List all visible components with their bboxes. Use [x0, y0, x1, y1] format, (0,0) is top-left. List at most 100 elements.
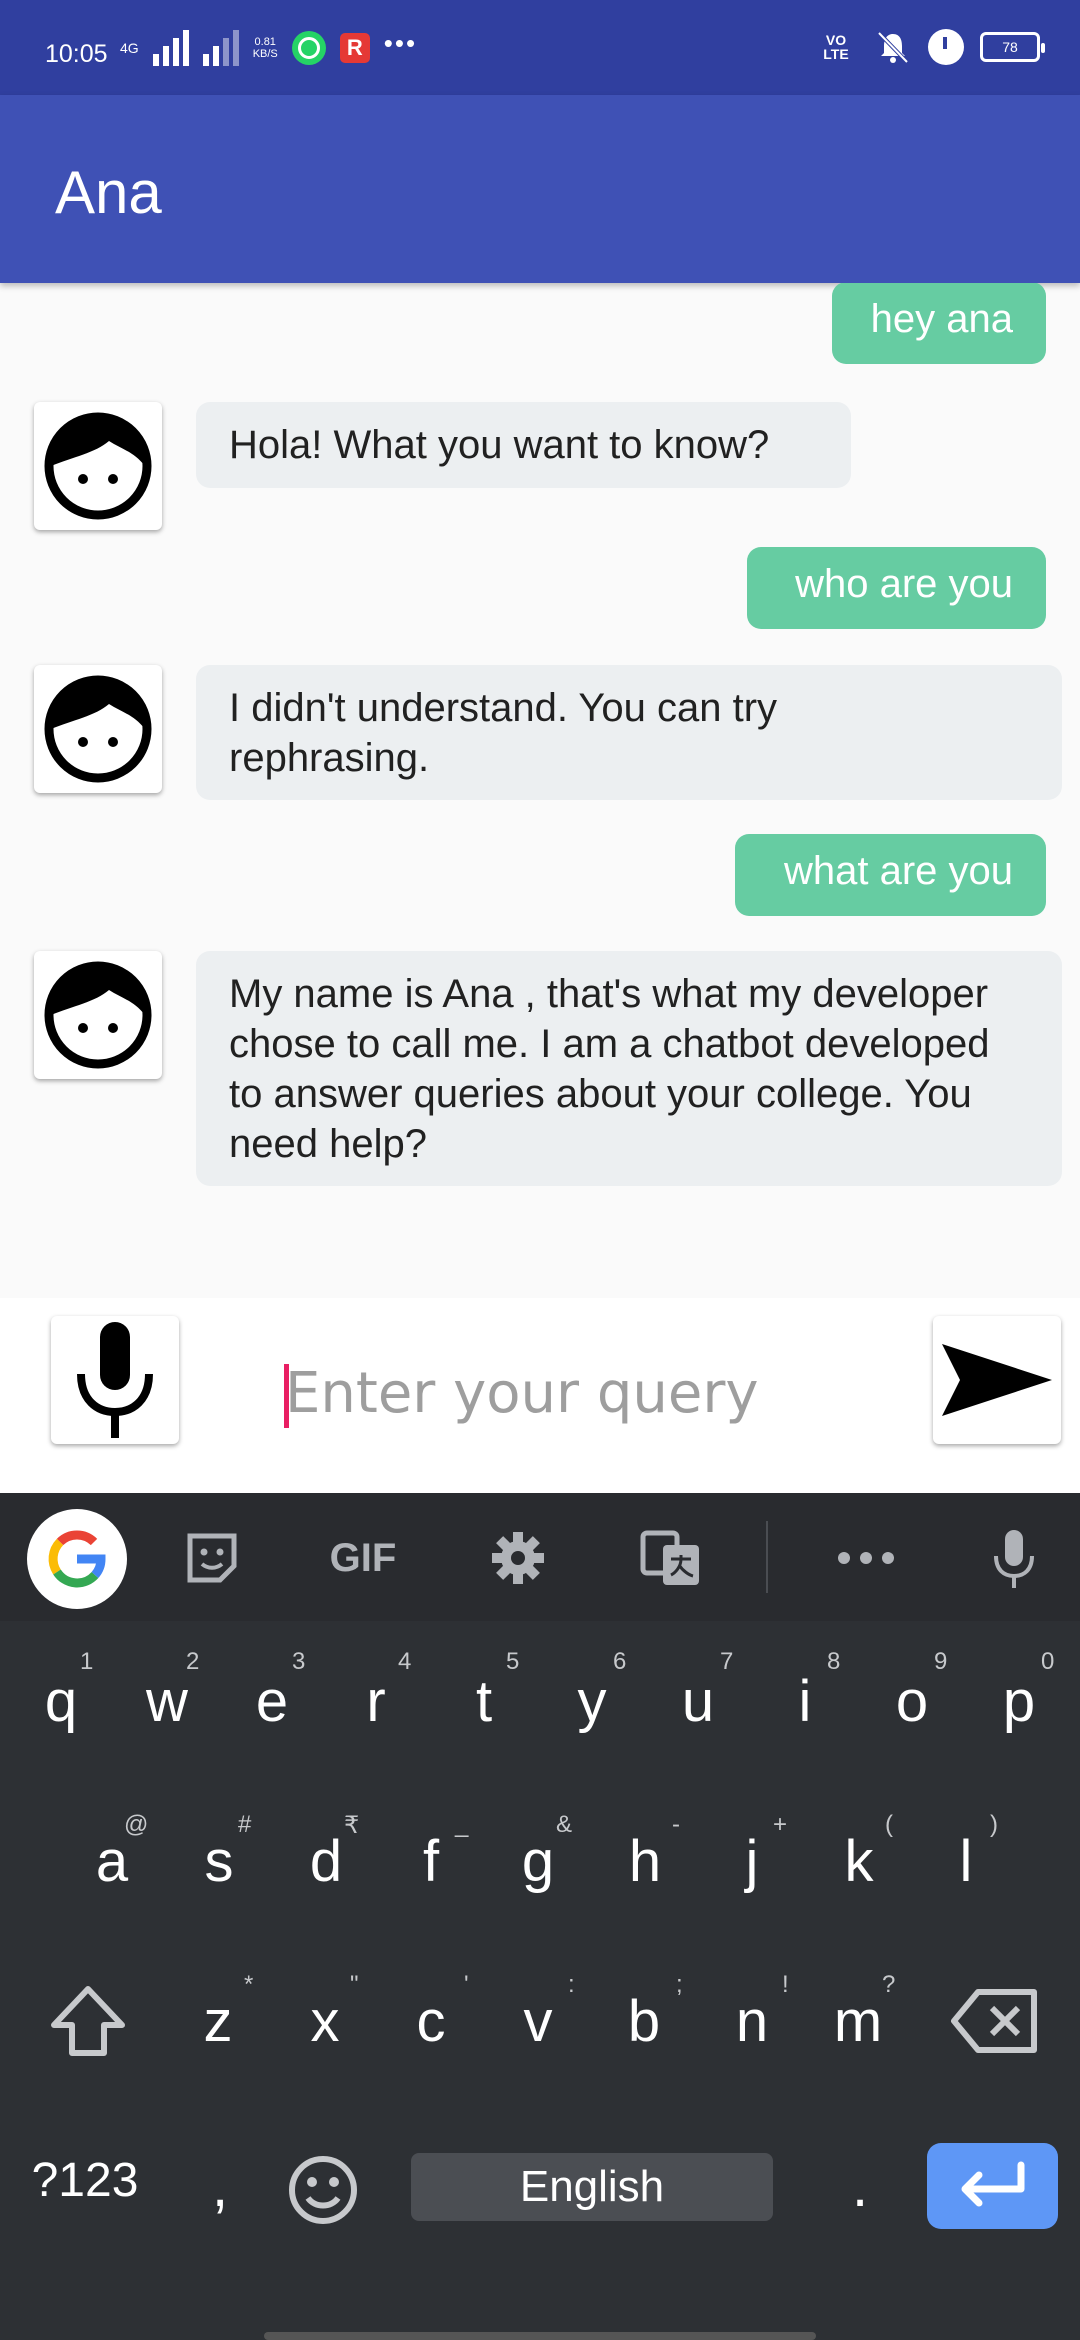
message-text: I didn't understand. You can try rephras… — [229, 686, 778, 780]
key-hint: 0 — [1041, 1648, 1055, 1675]
google-search-button[interactable] — [27, 1509, 127, 1609]
backspace-key[interactable] — [940, 1978, 1050, 2064]
composer — [0, 1298, 1080, 1493]
more-notifications-icon: ••• — [383, 27, 418, 58]
user-message: hey ana — [832, 283, 1046, 364]
shift-key[interactable] — [40, 1978, 136, 2064]
settings-button[interactable] — [486, 1526, 550, 1590]
send-button[interactable] — [933, 1316, 1061, 1444]
symbols-key[interactable]: ?123 — [20, 2153, 150, 2208]
query-input[interactable] — [285, 1343, 805, 1443]
key-hint: ! — [782, 1971, 789, 1998]
speed-unit: KB/S — [252, 48, 278, 60]
key-e[interactable]: e — [222, 1668, 322, 1735]
key-o[interactable]: o — [862, 1668, 962, 1735]
key-hint: _ — [455, 1811, 469, 1838]
translate-button[interactable] — [638, 1526, 704, 1592]
message-text: what are you — [783, 849, 1013, 893]
key-i[interactable]: i — [755, 1668, 855, 1735]
bot-face-icon — [44, 961, 152, 1069]
microphone-icon — [994, 1530, 1034, 1588]
voice-input-button[interactable] — [51, 1316, 179, 1444]
enter-key[interactable] — [927, 2143, 1058, 2229]
key-hint: 4 — [398, 1648, 412, 1675]
key-hint: ( — [885, 1811, 893, 1838]
key-u[interactable]: u — [648, 1668, 748, 1735]
soft-keyboard: GIF q w e r t y u i o p 1 2 3 4 5 6 7 8 … — [0, 1493, 1080, 2340]
more-options-button[interactable] — [834, 1526, 898, 1590]
key-hint: # — [238, 1811, 252, 1838]
key-r[interactable]: r — [326, 1668, 426, 1735]
bot-avatar — [34, 665, 162, 793]
key-w[interactable]: w — [117, 1668, 217, 1735]
whatsapp-icon — [291, 31, 326, 65]
gif-label: GIF — [329, 1535, 397, 1580]
gear-icon — [492, 1532, 544, 1584]
user-message: who are you — [747, 547, 1046, 629]
gif-button[interactable]: GIF — [318, 1526, 408, 1590]
backspace-icon — [951, 1989, 1037, 2053]
speed-value: 0.81 — [254, 36, 276, 48]
key-y[interactable]: y — [542, 1668, 642, 1735]
key-hint: ' — [464, 1971, 469, 1998]
page-title: Ana — [55, 159, 162, 226]
enter-icon — [961, 2161, 1024, 2207]
space-label: English — [519, 2162, 665, 2211]
bot-avatar — [34, 951, 162, 1079]
key-g[interactable]: g — [488, 1828, 588, 1895]
signal-2-icon — [202, 30, 239, 66]
key-s[interactable]: s — [169, 1828, 269, 1895]
key-hint: 1 — [80, 1648, 94, 1675]
key-k[interactable]: k — [809, 1828, 909, 1895]
status-left-icons: 4G 0.81 KB/S R ••• — [120, 27, 418, 66]
comma-key[interactable]: , — [170, 2153, 270, 2220]
alarm-icon — [928, 29, 964, 65]
bot-avatar — [34, 402, 162, 530]
signal-1-icon — [152, 30, 189, 66]
key-hint: 9 — [934, 1648, 948, 1675]
status-right-icons: VO LTE 78 — [814, 28, 1045, 66]
microphone-icon — [77, 1322, 153, 1438]
key-hint: * — [244, 1971, 254, 1998]
key-hint: " — [350, 1971, 359, 1998]
sticker-button[interactable] — [180, 1526, 244, 1590]
sticker-icon — [187, 1533, 237, 1583]
keyboard-voice-button[interactable] — [986, 1526, 1042, 1592]
key-hint: 6 — [613, 1648, 627, 1675]
emoji-key[interactable] — [283, 2150, 363, 2230]
key-hint: : — [568, 1971, 575, 1998]
mute-vibrate-icon — [877, 31, 909, 64]
message-text: My name is Ana , that's what my develope… — [229, 972, 990, 1166]
key-d[interactable]: d — [276, 1828, 376, 1895]
message-text: Hola! What you want to know? — [229, 423, 770, 467]
status-bar: 10:05 4G 0.81 KB/S R ••• VO LTE 78 — [0, 0, 1080, 95]
key-l[interactable]: l — [916, 1828, 1016, 1895]
translate-icon — [640, 1530, 699, 1585]
key-hint: & — [556, 1811, 573, 1838]
app-bar: Ana — [0, 95, 1080, 283]
key-hint: 2 — [186, 1648, 200, 1675]
key-t[interactable]: t — [434, 1668, 534, 1735]
space-key[interactable]: English — [411, 2153, 773, 2221]
key-hint: 3 — [292, 1648, 306, 1675]
key-hint: + — [773, 1811, 788, 1838]
shift-icon — [51, 1986, 125, 2056]
network-speed: 0.81 KB/S — [253, 36, 278, 60]
battery-icon: 78 — [980, 32, 1045, 62]
key-hint: 7 — [720, 1648, 734, 1675]
key-x[interactable]: x — [275, 1988, 375, 2055]
key-h[interactable]: h — [595, 1828, 695, 1895]
key-p[interactable]: p — [969, 1668, 1069, 1735]
bot-message: I didn't understand. You can try rephras… — [196, 665, 1062, 800]
navigation-handle[interactable] — [264, 2332, 816, 2340]
key-hint: ) — [990, 1811, 998, 1838]
key-hint: 5 — [506, 1648, 520, 1675]
period-key[interactable]: . — [810, 2153, 910, 2220]
status-time: 10:05 — [45, 40, 108, 68]
key-q[interactable]: q — [11, 1668, 111, 1735]
bot-face-icon — [44, 412, 152, 520]
key-hint: 8 — [827, 1648, 841, 1675]
key-hint: ? — [882, 1971, 896, 1998]
chat-list[interactable]: hey ana Hola! What you want to know? who… — [0, 283, 1080, 1298]
send-icon — [942, 1344, 1052, 1416]
